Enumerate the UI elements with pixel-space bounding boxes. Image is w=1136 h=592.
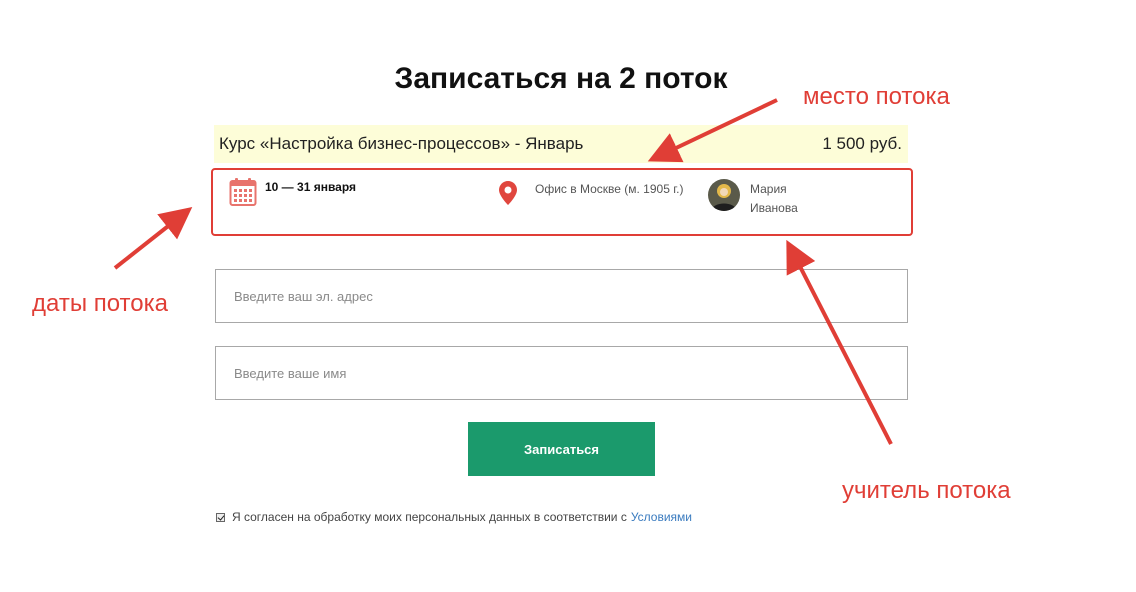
teacher-name: Мария Иванова xyxy=(750,182,798,215)
submit-button[interactable]: Записаться xyxy=(468,422,655,476)
stream-dates: 10 — 31 января xyxy=(265,180,357,194)
name-field[interactable] xyxy=(215,346,908,400)
annotation-teacher: учитель потока xyxy=(842,477,1011,504)
email-input[interactable] xyxy=(216,270,907,322)
teacher-avatar xyxy=(708,179,740,211)
name-input[interactable] xyxy=(216,347,907,399)
course-bar: Курс «Настройка бизнес-процессов» - Янва… xyxy=(214,125,908,163)
calendar-icon xyxy=(229,177,257,212)
page-title: Записаться на 2 поток xyxy=(394,62,728,95)
email-field[interactable] xyxy=(215,269,908,323)
consent-checkbox[interactable] xyxy=(216,512,225,522)
stream-details-box: 10 — 31 января Офис в Москве (м. 1905 г.… xyxy=(211,168,913,236)
annotation-dates: даты потока xyxy=(32,290,168,317)
consent-row: Я согласен на обработку моих персональны… xyxy=(216,510,692,524)
map-pin-icon xyxy=(499,181,517,210)
arrow-to-dates xyxy=(113,207,193,270)
stream-location: Офис в Москве (м. 1905 г.) xyxy=(535,182,684,196)
consent-text: Я согласен на обработку моих персональны… xyxy=(232,510,627,524)
terms-link[interactable]: Условиями xyxy=(631,510,692,524)
course-name: Курс «Настройка бизнес-процессов» - Янва… xyxy=(219,134,584,153)
annotation-place: место потока xyxy=(803,83,950,110)
course-price: 1 500 руб. xyxy=(822,134,902,153)
